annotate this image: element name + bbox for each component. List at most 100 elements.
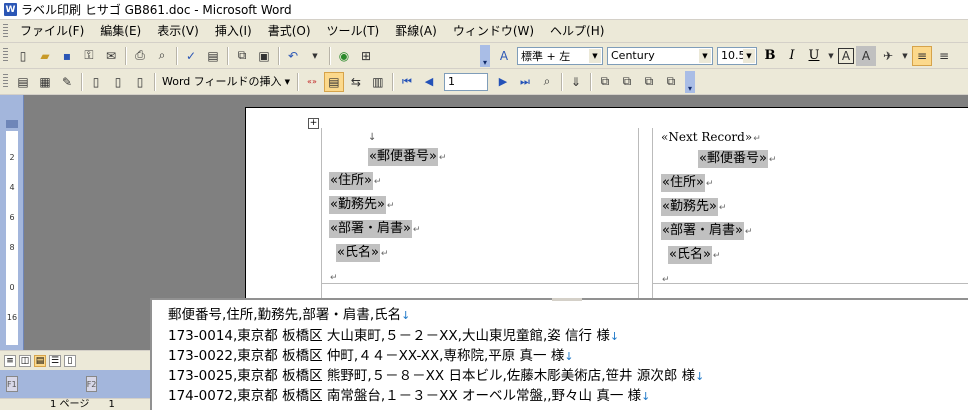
merge-field-postal[interactable]: «郵便番号»	[698, 150, 768, 168]
merge-field-company[interactable]: «勤務先»	[329, 196, 386, 214]
chevron-down-icon[interactable]: ▼	[589, 48, 601, 63]
align-left-icon[interactable]: ≡	[912, 45, 932, 66]
print-layout-icon[interactable]: ▤	[34, 354, 46, 367]
bold-button[interactable]: B	[760, 46, 780, 66]
merge-field-address[interactable]: «住所»	[661, 174, 705, 192]
right-label-company-line[interactable]: «勤務先» ↵	[661, 196, 726, 218]
last-record-icon[interactable]: ⏭	[515, 72, 535, 92]
menu-edit[interactable]: 編集(E)	[92, 21, 149, 41]
mail-merge-recipients-icon[interactable]: ✎	[57, 72, 77, 92]
data-source-header-line[interactable]: 郵便番号,住所,勤務先,部署・肩書,氏名↓	[168, 306, 410, 325]
menu-format[interactable]: 書式(O)	[260, 21, 319, 41]
right-label-dept-line[interactable]: «部署・肩書» ↵	[661, 220, 752, 242]
toolbar-options-icon[interactable]: ▾	[684, 70, 695, 93]
copy-icon[interactable]: ⧉	[232, 46, 252, 66]
document-area[interactable]: + ↓ «郵便番号» ↵ «住所» ↵ «勤務先» ↵ «部署・肩書» ↵ «氏名» ↵ …	[25, 95, 968, 298]
f2-key-button[interactable]: F2	[85, 376, 98, 392]
char-shading-icon[interactable]: A	[856, 45, 876, 66]
style-combobox[interactable]: 標準 + 左 ▼	[517, 46, 603, 65]
left-label-empty-line[interactable]: ↵	[329, 266, 338, 288]
menu-help[interactable]: ヘルプ(H)	[542, 21, 612, 41]
document-page[interactable]: + ↓ «郵便番号» ↵ «住所» ↵ «勤務先» ↵ «部署・肩書» ↵ «氏名» ↵ …	[245, 107, 968, 298]
email-icon[interactable]: ✉	[101, 46, 121, 66]
table-move-handle-icon[interactable]: +	[308, 118, 319, 129]
toolbar-grip[interactable]	[3, 48, 8, 63]
menubar-grip[interactable]	[3, 23, 8, 39]
menu-window[interactable]: ウィンドウ(W)	[445, 21, 542, 41]
left-label-postal-line[interactable]: «郵便番号» ↵	[368, 146, 446, 168]
toolbar-options-icon[interactable]: ▾	[480, 44, 490, 67]
menu-insert[interactable]: 挿入(I)	[207, 21, 260, 41]
next-record-icon[interactable]: ▶	[493, 72, 513, 92]
font-size-combobox[interactable]: 10.5 ▼	[717, 46, 757, 65]
underline-dropdown-icon[interactable]: ▼	[826, 46, 836, 66]
right-label-postal-line[interactable]: «郵便番号» ↵	[698, 148, 776, 170]
merge-to-email-icon[interactable]: ⧉	[639, 72, 659, 92]
propagate-labels-icon[interactable]: ▥	[368, 72, 388, 92]
merge-field-name[interactable]: «氏名»	[336, 244, 380, 262]
char-border-icon[interactable]: A	[838, 47, 854, 64]
find-entry-icon[interactable]: ⌕	[537, 72, 557, 92]
align-center-icon[interactable]: ≡	[934, 46, 954, 66]
insert-greeting-line-icon[interactable]: ▯	[108, 72, 128, 92]
left-label-name-line[interactable]: «氏名» ↵	[336, 242, 388, 264]
left-label-dept-line[interactable]: «部署・肩書» ↵	[329, 218, 420, 240]
right-label-empty-line[interactable]: ↵	[661, 268, 670, 290]
data-source-window[interactable]: 郵便番号,住所,勤務先,部署・肩書,氏名↓ 173-0014,東京都 板橋区 大…	[150, 298, 968, 410]
merge-field-postal[interactable]: «郵便番号»	[368, 148, 438, 166]
f1-key-button[interactable]: F1	[6, 376, 18, 392]
print-preview-icon[interactable]: ⌕	[152, 46, 172, 66]
merge-field-next-record[interactable]: «Next Record»	[661, 130, 752, 144]
check-errors-icon[interactable]: ⇓	[566, 72, 586, 92]
match-fields-icon[interactable]: ⇆	[346, 72, 366, 92]
first-record-icon[interactable]: ⏮	[397, 72, 417, 92]
open-folder-icon[interactable]: ▰	[35, 46, 55, 66]
hyperlink-icon[interactable]: ◉	[334, 46, 354, 66]
merge-field-dept[interactable]: «部署・肩書»	[329, 220, 412, 238]
right-label-name-line[interactable]: «氏名» ↵	[668, 244, 720, 266]
reading-layout-icon[interactable]: ▯	[64, 354, 76, 367]
print-icon[interactable]: ⎙	[130, 46, 150, 66]
left-label-address-line[interactable]: «住所» ↵	[329, 170, 381, 192]
scaling-dropdown-icon[interactable]: ▼	[900, 46, 910, 66]
insert-merge-fields-icon[interactable]: ▯	[130, 72, 150, 92]
right-label-address-line[interactable]: «住所» ↵	[661, 172, 713, 194]
previous-record-icon[interactable]: ◀	[419, 72, 439, 92]
chevron-down-icon[interactable]: ▼	[699, 48, 711, 63]
merge-field-address[interactable]: «住所»	[329, 172, 373, 190]
spelling-icon[interactable]: ✓	[181, 46, 201, 66]
menu-file[interactable]: ファイル(F)	[12, 21, 92, 41]
outline-view-icon[interactable]: ☰	[49, 354, 61, 367]
undo-dropdown-icon[interactable]: ▼	[305, 46, 325, 66]
normal-view-icon[interactable]: ≡	[4, 354, 16, 367]
merge-to-fax-icon[interactable]: ⧉	[661, 72, 681, 92]
record-number-input[interactable]: 1	[443, 72, 488, 91]
highlight-merge-fields-icon[interactable]: ▤	[323, 71, 344, 92]
research-icon[interactable]: ▤	[203, 46, 223, 66]
main-document-setup-icon[interactable]: ▤	[13, 72, 33, 92]
merge-field-company[interactable]: «勤務先»	[661, 198, 718, 216]
char-scaling-icon[interactable]: ✈	[878, 46, 898, 66]
save-icon[interactable]: ▪	[57, 46, 77, 66]
font-combobox[interactable]: Century ▼	[607, 46, 713, 65]
permission-icon[interactable]: ⚿	[79, 46, 99, 66]
resize-handle[interactable]	[552, 298, 582, 301]
open-data-source-icon[interactable]: ▦	[35, 72, 55, 92]
merge-field-name[interactable]: «氏名»	[668, 246, 712, 264]
toolbar-grip[interactable]	[3, 74, 8, 89]
menu-view[interactable]: 表示(V)	[149, 21, 207, 41]
styles-formatting-icon[interactable]: A	[494, 46, 514, 66]
ruler-margin-marker[interactable]	[6, 120, 18, 128]
italic-button[interactable]: I	[782, 46, 802, 66]
data-source-row[interactable]: 173-0014,東京都 板橋区 大山東町,５－２－XX,大山東児童館,姿 信行…	[168, 327, 619, 346]
vertical-ruler[interactable]: 2 4 6 8 0 16	[0, 95, 24, 350]
web-layout-icon[interactable]: ◫	[19, 354, 31, 367]
data-source-row[interactable]: 173-0022,東京都 板橋区 仲町,４４－XX-XX,専称院,平原 真一 様…	[168, 347, 574, 366]
paste-icon[interactable]: ▣	[254, 46, 274, 66]
insert-word-field-button[interactable]: Word フィールドの挿入 ▼	[158, 72, 294, 92]
right-label-next-record-line[interactable]: «Next Record»↵	[661, 126, 761, 148]
insert-address-block-icon[interactable]: ▯	[86, 72, 106, 92]
data-source-row[interactable]: 174-0072,東京都 板橋区 南常盤台,１－３－XX オーベル常盤,,野々山…	[168, 387, 650, 406]
merge-field-dept[interactable]: «部署・肩書»	[661, 222, 744, 240]
table-icon[interactable]: ⊞	[356, 46, 376, 66]
